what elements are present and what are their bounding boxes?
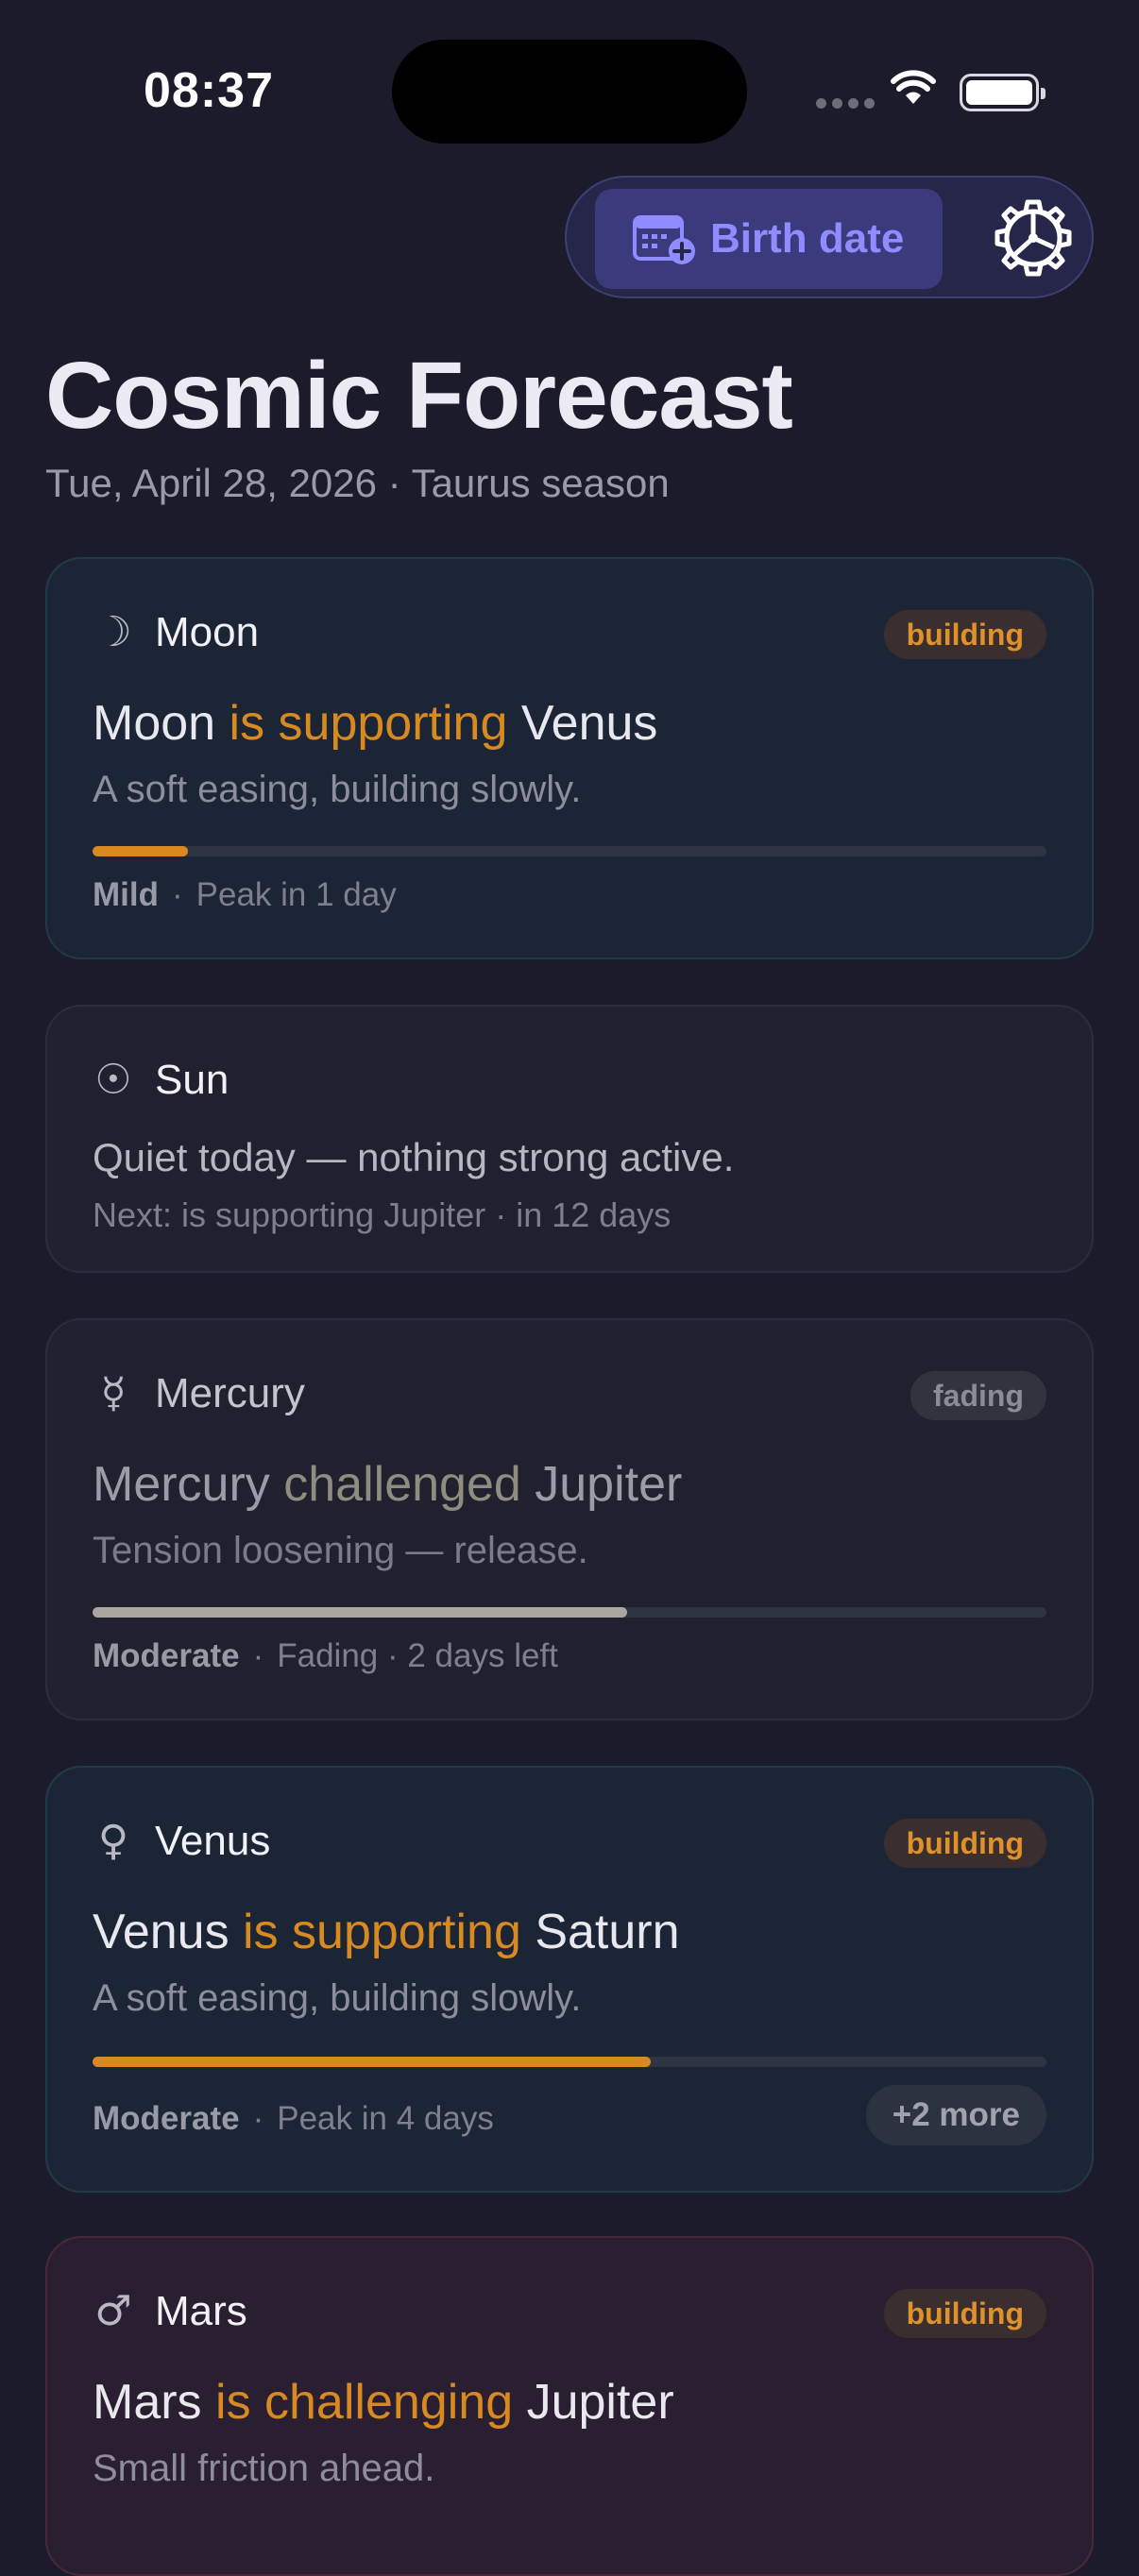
progress-track (93, 1607, 1046, 1618)
progress-track (93, 2057, 1046, 2067)
status-badge: building (883, 2289, 1046, 2338)
transit-card-sun[interactable]: ☉ Sun Quiet today — nothing strong activ… (45, 1005, 1094, 1273)
sun-icon: ☉ (94, 1056, 132, 1104)
calendar-add-icon (633, 215, 695, 264)
transit-card-mars[interactable]: ♂ Mars building Mars is challenging Jupi… (45, 2236, 1094, 2576)
transit-subject: Mars (93, 2375, 202, 2430)
planet-name: Mercury (155, 1369, 305, 1416)
intensity-label: Moderate (93, 1637, 240, 1674)
transit-subject: Venus (93, 1905, 230, 1959)
planet-name: Mars (155, 2287, 247, 2334)
status-time: 08:37 (144, 63, 274, 118)
cellular-signal-icon (816, 98, 875, 109)
wifi-icon (891, 70, 936, 104)
transit-headline: Mars is challenging Jupiter (93, 2374, 674, 2431)
quiet-text: Quiet today — nothing strong active. (93, 1135, 735, 1179)
intensity-label: Mild (93, 876, 159, 913)
battery-icon (960, 74, 1046, 111)
transit-description: Tension loosening — release. (93, 1530, 588, 1571)
transit-object: Venus (520, 696, 658, 751)
card-header: ♂ Mars (93, 2287, 247, 2335)
transit-meta: Moderate · Fading · 2 days left (93, 1637, 558, 1674)
transit-meta: Moderate · Peak in 4 days (93, 2100, 494, 2137)
card-header: ♀ Venus (93, 1817, 270, 1865)
transit-description: A soft easing, building slowly. (93, 1977, 582, 2019)
transit-description: A soft easing, building slowly. (93, 769, 582, 810)
transit-card-venus[interactable]: ♀ Venus building Venus is supporting Sat… (45, 1766, 1094, 2193)
status-badge: building (883, 610, 1046, 659)
planet-name: Moon (155, 608, 260, 655)
progress-bar (93, 2057, 651, 2067)
transit-object: Jupiter (526, 2375, 674, 2430)
transit-verb: is supporting (229, 696, 508, 751)
next-transit-text: Next: is supporting Jupiter · in 12 days (93, 1195, 672, 1234)
transit-subject: Moon (93, 696, 216, 751)
progress-bar (93, 846, 188, 856)
planet-name: Venus (155, 1817, 271, 1864)
transit-verb: is supporting (243, 1905, 521, 1959)
moon-icon: ☽ (94, 608, 132, 656)
transit-subject: Mercury (93, 1457, 270, 1512)
more-transits-button[interactable]: +2 more (865, 2085, 1046, 2145)
status-badge: building (883, 1819, 1046, 1868)
progress-track (93, 846, 1046, 856)
mercury-icon: ☿ (100, 1369, 127, 1417)
card-header: ☽ Moon (93, 608, 259, 656)
transit-card-mercury[interactable]: ☿ Mercury fading Mercury challenged Jupi… (45, 1318, 1094, 1720)
transit-meta: Mild · Peak in 1 day (93, 876, 397, 913)
intensity-label: Moderate (93, 2100, 240, 2137)
transit-object: Jupiter (535, 1457, 683, 1512)
gear-icon[interactable] (992, 196, 1075, 280)
transit-headline: Venus is supporting Saturn (93, 1904, 680, 1960)
page-subtitle: Tue, April 28, 2026 · Taurus season (45, 461, 670, 505)
birth-date-label: Birth date (710, 215, 905, 262)
page-title: Cosmic Forecast (45, 343, 793, 449)
timing-label: Peak in 1 day (196, 876, 397, 913)
timing-label: Peak in 4 days (277, 2100, 494, 2137)
mars-icon: ♂ (94, 2287, 132, 2335)
card-header: ☉ Sun (93, 1056, 229, 1104)
card-header: ☿ Mercury (93, 1369, 305, 1417)
transit-object: Saturn (535, 1905, 680, 1959)
status-badge: fading (910, 1371, 1046, 1420)
transit-headline: Mercury challenged Jupiter (93, 1456, 682, 1513)
progress-bar (93, 1607, 627, 1618)
dynamic-island (392, 40, 747, 144)
transit-description: Small friction ahead. (93, 2448, 435, 2489)
venus-icon: ♀ (97, 1817, 129, 1865)
status-bar: 08:37 (0, 0, 1139, 170)
timing-label: Fading · 2 days left (277, 1637, 558, 1674)
header-actions: Birth date (565, 176, 1094, 298)
transit-headline: Moon is supporting Venus (93, 695, 657, 752)
transit-card-moon[interactable]: ☽ Moon building Moon is supporting Venus… (45, 557, 1094, 959)
planet-name: Sun (155, 1056, 230, 1103)
birth-date-button[interactable]: Birth date (595, 189, 943, 289)
transit-verb: challenged (283, 1457, 521, 1512)
transit-verb: is challenging (215, 2375, 514, 2430)
